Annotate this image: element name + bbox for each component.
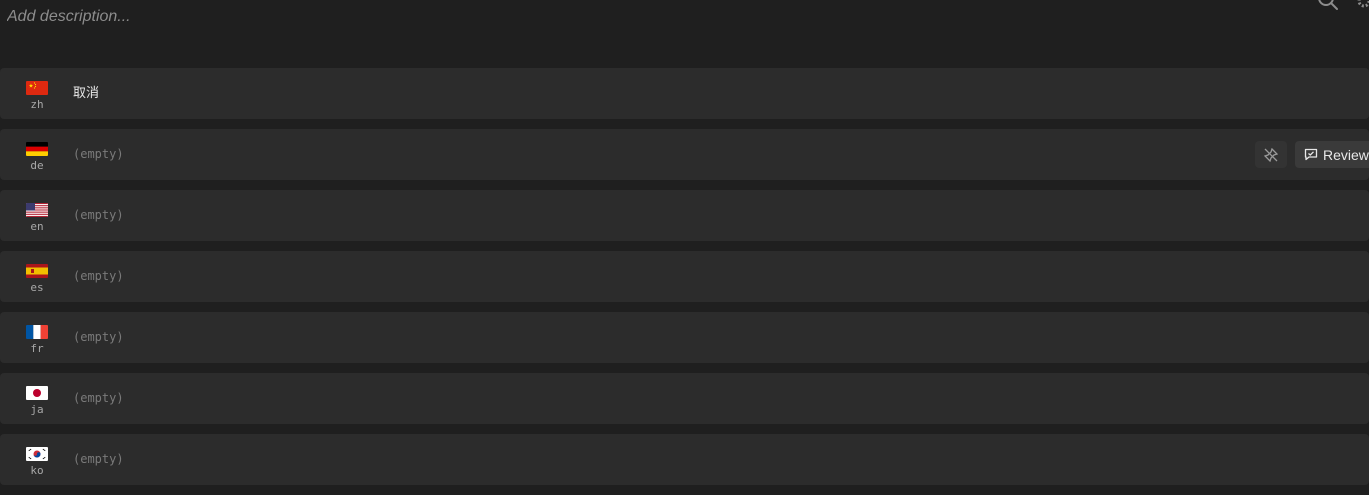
language-code: zh [30,98,44,111]
translation-value[interactable]: (empty) [73,207,124,223]
language-code: en [30,220,44,233]
translation-row-zh[interactable]: ★ zh 取消 [0,68,1369,119]
review-button[interactable]: Review [1295,141,1369,168]
svg-text:★: ★ [29,84,34,90]
translation-value[interactable]: (empty) [73,268,124,284]
language-code: es [30,281,44,294]
translation-row-de[interactable]: de (empty) Review [0,129,1369,180]
settings-button[interactable] [1357,0,1369,8]
translation-value[interactable]: (empty) [73,329,124,345]
japan-flag-icon [26,386,48,400]
search-button[interactable] [1316,0,1340,12]
france-flag-icon [26,325,48,339]
unpin-button[interactable] [1255,141,1287,168]
china-flag-icon: ★ [26,81,48,95]
usa-flag-icon [26,203,48,217]
korea-flag-icon [26,447,48,461]
language-code: fr [30,342,44,355]
translation-value[interactable]: (empty) [73,451,124,467]
translation-row-fr[interactable]: fr (empty) [0,312,1369,363]
review-label: Review [1323,147,1369,163]
translation-header [0,0,1369,60]
gear-icon [1357,0,1369,12]
germany-flag-icon [26,142,48,156]
language-code: ko [30,464,44,477]
translation-list: ★ zh 取消 de (empty) Review en (empty) es … [0,68,1369,495]
translation-value[interactable]: 取消 [73,85,99,101]
language-code: de [30,159,44,172]
spain-flag-icon [26,264,48,278]
translation-row-ko[interactable]: ko (empty) [0,434,1369,485]
description-input[interactable] [7,7,607,27]
language-code: ja [30,403,44,416]
search-icon [1316,0,1340,16]
translation-value[interactable]: (empty) [73,390,124,406]
translation-value[interactable]: (empty) [73,146,124,162]
translation-row-es[interactable]: es (empty) [0,251,1369,302]
translation-row-ja[interactable]: ja (empty) [0,373,1369,424]
translation-row-en[interactable]: en (empty) [0,190,1369,241]
